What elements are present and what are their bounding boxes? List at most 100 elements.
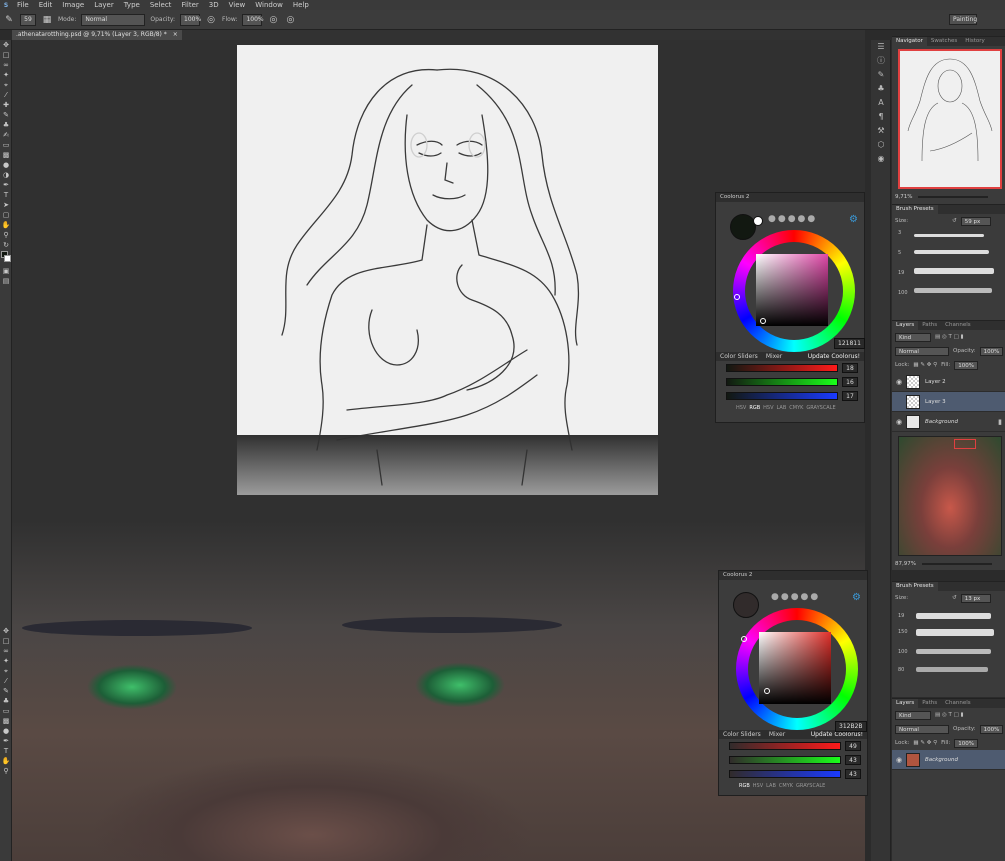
mode-select[interactable]: Normal — [81, 13, 146, 26]
mode-hsv[interactable]: HSV — [753, 783, 763, 789]
tab-mixer[interactable]: Mixer — [762, 353, 786, 360]
document-tab[interactable]: .athenatarotthing.psd @ 9,71% (Layer 3, … — [12, 30, 182, 40]
layer-name[interactable]: Layer 3 — [925, 399, 946, 405]
size-pressure-icon[interactable]: ◎ — [284, 14, 296, 26]
navigator-zoom-2[interactable]: 87,97% — [895, 561, 916, 567]
eye-icon[interactable]: ◉ — [892, 756, 906, 764]
brush-stroke-preview[interactable] — [914, 268, 994, 274]
menu-file[interactable]: File — [12, 1, 34, 9]
clone-tool-icon[interactable]: ♣ — [0, 120, 12, 130]
secondary-color-swatch[interactable] — [753, 216, 763, 226]
quick-select-tool-icon[interactable]: ✦ — [0, 70, 12, 80]
eye-icon[interactable]: ◉ — [892, 418, 906, 426]
reset-size-icon[interactable]: ↺ — [952, 595, 957, 601]
type-tool-icon-2[interactable]: T — [0, 746, 12, 756]
layer-opacity-input[interactable]: 100% — [979, 346, 1004, 356]
menu-layer[interactable]: Layer — [89, 1, 119, 9]
mode-lab[interactable]: LAB — [766, 783, 776, 789]
brush-size-input[interactable]: 13 px — [960, 593, 991, 603]
layer-filter-kind[interactable]: Kind — [895, 710, 931, 720]
mode-cmyk[interactable]: CMYK — [789, 405, 803, 411]
clone-source-panel-icon[interactable]: ♣ — [871, 82, 891, 96]
mode-hsv[interactable]: HSV — [763, 405, 773, 411]
layer-row-selected[interactable]: Layer 3 — [892, 392, 1005, 412]
brush-preset-list-2[interactable]: 19 150 100 80 — [892, 605, 1005, 685]
brush-stroke-preview[interactable] — [916, 649, 991, 654]
layer-filter-kind[interactable]: Kind — [895, 332, 931, 342]
menu-edit[interactable]: Edit — [34, 1, 58, 9]
brush-size-input[interactable]: 59 px — [960, 216, 991, 226]
brush-stroke-preview[interactable] — [916, 629, 994, 636]
green-value-input[interactable]: 16 — [842, 377, 858, 387]
gradient-tool-icon-2[interactable]: ▩ — [0, 716, 12, 726]
layer-row-selected[interactable]: ◉ Background — [892, 750, 1005, 770]
filter-icons[interactable]: ▤ ◎ T □ ▮ — [935, 712, 964, 718]
hex-color-input[interactable]: 121811 — [834, 338, 865, 349]
current-color-swatch[interactable] — [730, 214, 756, 240]
flow-input[interactable]: 100% — [242, 13, 264, 26]
navigator-zoom[interactable]: 9,71% — [895, 194, 912, 200]
tab-paths[interactable]: Paths — [918, 321, 941, 330]
current-color-swatch[interactable] — [733, 592, 759, 618]
menu-select[interactable]: Select — [145, 1, 177, 9]
document-canvas[interactable] — [237, 45, 658, 495]
tab-paths[interactable]: Paths — [918, 699, 941, 708]
menu-window[interactable]: Window — [250, 1, 288, 9]
menu-3d[interactable]: 3D — [204, 1, 224, 9]
paragraph-panel-icon[interactable]: ¶ — [871, 110, 891, 124]
tab-layers[interactable]: Layers — [892, 321, 919, 330]
zoom-tool-icon-2[interactable]: ⚲ — [0, 766, 12, 776]
tab-navigator[interactable]: Navigator — [892, 37, 927, 46]
saturation-value-square[interactable] — [756, 254, 828, 326]
brush-shape-icons[interactable]: ●●●●● — [768, 214, 817, 224]
green-slider[interactable] — [726, 378, 838, 386]
mode-grayscale[interactable]: GRAYSCALE — [806, 405, 835, 411]
crop-tool-icon-2[interactable]: ⌖ — [0, 666, 12, 676]
red-slider[interactable] — [726, 364, 838, 372]
zoom-tool-icon[interactable]: ⚲ — [0, 230, 12, 240]
blur-tool-icon[interactable]: ● — [0, 160, 12, 170]
blur-tool-icon-2[interactable]: ● — [0, 726, 12, 736]
brush-stroke-preview[interactable] — [916, 613, 991, 619]
menu-type[interactable]: Type — [119, 1, 145, 9]
mode-lab[interactable]: LAB — [777, 405, 787, 411]
green-slider[interactable] — [729, 756, 841, 764]
shape-tool-icon[interactable]: ▢ — [0, 210, 12, 220]
tab-color-sliders[interactable]: Color Sliders — [719, 731, 765, 738]
eraser-tool-icon[interactable]: ▭ — [0, 140, 12, 150]
info-panel-icon[interactable]: ⓘ — [871, 54, 891, 68]
history-panel-icon[interactable]: ☰ — [871, 40, 891, 54]
filter-icons[interactable]: ▤ ◎ T □ ▮ — [935, 334, 964, 340]
move-tool-icon[interactable]: ✥ — [0, 40, 12, 50]
tab-channels[interactable]: Channels — [941, 699, 974, 708]
quick-mask-icon[interactable]: ▣ — [0, 266, 12, 276]
eraser-tool-icon-2[interactable]: ▭ — [0, 706, 12, 716]
mode-hsv-alt[interactable]: HSV — [736, 405, 746, 411]
layer-row[interactable]: ◉ Layer 2 — [892, 372, 1005, 392]
brush-panel-icon[interactable]: ✎ — [871, 68, 891, 82]
airbrush-icon[interactable]: ◎ — [267, 14, 279, 26]
navigator-view-box[interactable] — [954, 439, 976, 449]
3d-panel-icon[interactable]: ⬡ — [871, 138, 891, 152]
marquee-tool-icon[interactable]: □ — [0, 50, 12, 60]
dodge-tool-icon[interactable]: ◑ — [0, 170, 12, 180]
eye-icon[interactable]: ◉ — [892, 378, 906, 386]
marquee-tool-icon-2[interactable]: □ — [0, 636, 12, 646]
eyedropper-tool-icon-2[interactable]: ⁄ — [0, 676, 12, 686]
hex-color-input[interactable]: 312B2B — [835, 721, 867, 732]
settings-gear-icon[interactable]: ⚙ — [852, 592, 861, 603]
color-picker-cursor[interactable] — [760, 318, 766, 324]
brush-shape-icons[interactable]: ●●●●● — [771, 592, 820, 602]
crop-tool-icon[interactable]: ⌖ — [0, 80, 12, 90]
color-picker-cursor[interactable] — [764, 688, 770, 694]
coolorus-panel-icon[interactable]: ◉ — [871, 152, 891, 166]
opacity-pressure-icon[interactable]: ◎ — [205, 14, 217, 26]
brush-stroke-preview[interactable] — [914, 250, 989, 254]
tab-channels[interactable]: Channels — [941, 321, 974, 330]
layer-row[interactable]: ◉ Background ▮ — [892, 412, 1005, 432]
saturation-value-square[interactable] — [759, 632, 831, 704]
layer-fill-input[interactable]: 100% — [954, 738, 979, 748]
brush-size-picker[interactable]: 59 — [20, 13, 36, 26]
reset-size-icon[interactable]: ↺ — [952, 218, 957, 224]
layer-fill-input[interactable]: 100% — [954, 360, 979, 370]
